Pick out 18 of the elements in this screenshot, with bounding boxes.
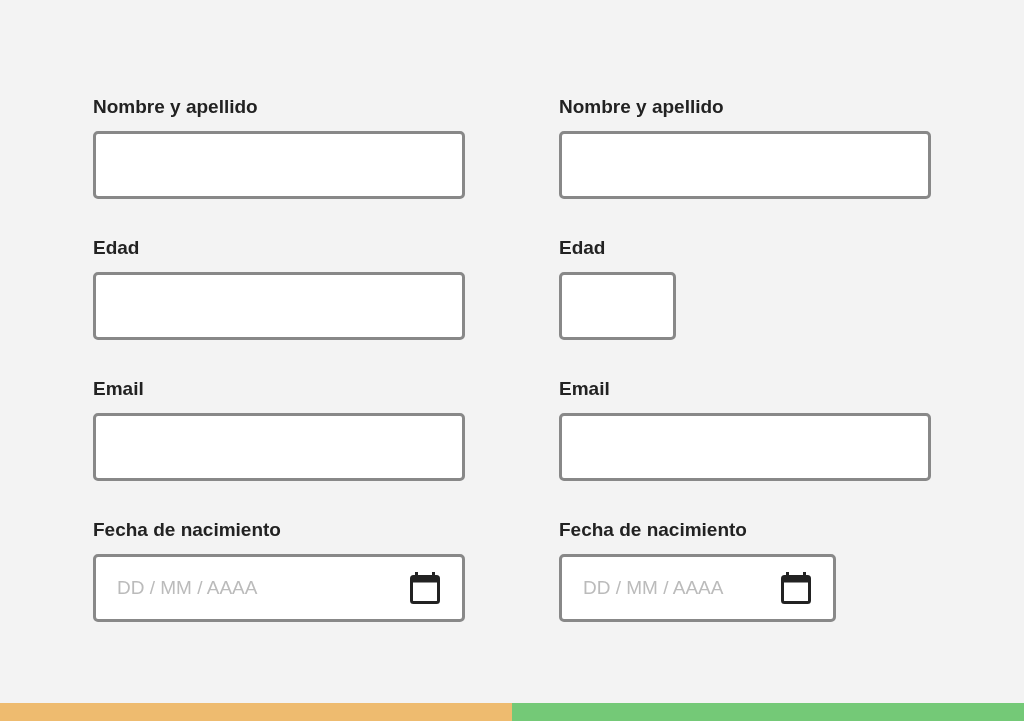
calendar-icon — [781, 572, 811, 604]
text-field[interactable] — [93, 131, 465, 199]
calendar-icon — [410, 572, 440, 604]
field-label: Fecha de nacimiento — [93, 518, 282, 542]
field-label: Email — [93, 377, 145, 401]
text-field[interactable] — [559, 413, 931, 481]
field-label: Nombre y apellido — [93, 95, 259, 119]
text-field[interactable] — [93, 413, 465, 481]
date-field[interactable]: DD / MM / AAAA — [559, 554, 836, 622]
text-field[interactable] — [559, 131, 931, 199]
date-field[interactable]: DD / MM / AAAA — [93, 554, 465, 622]
field-label: Fecha de nacimiento — [559, 518, 748, 542]
field-label: Nombre y apellido — [559, 95, 725, 119]
field-label: Edad — [93, 236, 141, 260]
text-field[interactable] — [93, 272, 465, 340]
field-label: Email — [559, 377, 611, 401]
field-label: Edad — [559, 236, 607, 260]
text-field[interactable] — [559, 272, 676, 340]
